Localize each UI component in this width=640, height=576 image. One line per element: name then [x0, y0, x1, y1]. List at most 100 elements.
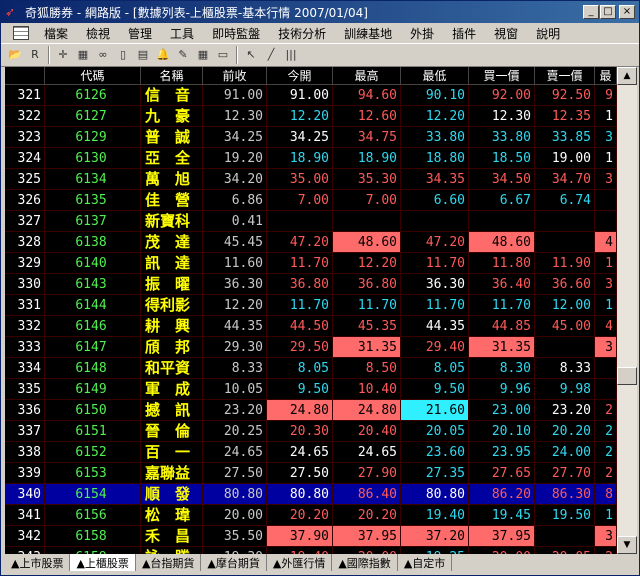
row-number: 336: [5, 400, 45, 421]
alert-bell-icon[interactable]: 🔔: [155, 47, 171, 63]
table-row[interactable]: 340 6154 順 發 80.80 80.80 86.40 80.80 86.20 86.30…: [5, 484, 617, 505]
price-ask: 36.60: [535, 274, 595, 295]
price-last: 3: [595, 337, 617, 358]
price-low: 8.05: [401, 358, 469, 379]
table-row[interactable]: 339 6153 嘉聯益 27.50 27.50 27.90 27.35 27.65 27.70…: [5, 463, 617, 484]
price-bid: 44.85: [469, 316, 535, 337]
menu-item-9[interactable]: 視窗: [485, 25, 527, 42]
table-row[interactable]: 321 6126 信 音 91.00 91.00 94.60 90.10 92.00 92.50…: [5, 85, 617, 106]
tab-1[interactable]: ▲上櫃股票: [70, 554, 136, 571]
glasses-icon[interactable]: ∞: [95, 47, 111, 63]
column-header[interactable]: 買一價: [469, 67, 535, 85]
stock-code: 6148: [45, 358, 141, 379]
draw-icon[interactable]: ╱: [263, 47, 279, 63]
table-row[interactable]: 323 6129 普 誠 34.25 34.25 34.75 33.80 33.80 33.85…: [5, 127, 617, 148]
column-header[interactable]: 最: [595, 67, 617, 85]
rsi-icon[interactable]: R: [27, 47, 43, 63]
pen-icon[interactable]: ✎: [175, 47, 191, 63]
tab-2[interactable]: ▲台指期貨: [136, 554, 202, 571]
price-bid: 36.40: [469, 274, 535, 295]
folder-icon[interactable]: 📂: [7, 47, 23, 63]
price-open: 24.65: [267, 442, 333, 463]
table-icon[interactable]: ▦: [195, 47, 211, 63]
table-row[interactable]: 322 6127 九 豪 12.30 12.20 12.60 12.20 12.30 12.35…: [5, 106, 617, 127]
stock-code: 6147: [45, 337, 141, 358]
quote-table[interactable]: 代碼 名稱 前收 今開 最高 最低 買一價 賣一價最 321 6126 信 音 91.00 91.00 9…: [5, 67, 617, 554]
table-row[interactable]: 335 6149 軍 成 10.05 9.50 10.40 9.50 9.96 9.98: [5, 379, 617, 400]
column-header[interactable]: [5, 67, 45, 85]
row-number: 333: [5, 337, 45, 358]
chart-icon[interactable]: ▤: [135, 47, 151, 63]
menu-item-3[interactable]: 工具: [161, 25, 203, 42]
title-bar[interactable]: ➶ 奇狐勝券 - 網路版 - [數據列表-上櫃股票-基本行情 2007/01/0…: [1, 1, 639, 23]
price-open: 18.90: [267, 148, 333, 169]
tab-6[interactable]: ▲自定市: [398, 554, 453, 571]
table-row[interactable]: 326 6135 佳 營 6.86 7.00 7.00 6.60 6.67 6.74: [5, 190, 617, 211]
menu-item-6[interactable]: 訓練基地: [335, 25, 401, 42]
stock-name: 萬 旭: [141, 169, 203, 190]
table-row[interactable]: 331 6144 得利影 12.20 11.70 11.70 11.70 11.70 12.00…: [5, 295, 617, 316]
prev-close: 80.80: [203, 484, 267, 505]
window-icon[interactable]: ▭: [215, 47, 231, 63]
menu-item-7[interactable]: 外掛: [401, 25, 443, 42]
stock-name: 和平資: [141, 358, 203, 379]
table-row[interactable]: 328 6138 茂 達 45.45 47.20 48.60 47.20 48.60 4: [5, 232, 617, 253]
prev-close: 20.25: [203, 421, 267, 442]
menu-item-8[interactable]: 插件: [443, 25, 485, 42]
stock-code: 6126: [45, 85, 141, 106]
scroll-thumb[interactable]: [617, 367, 637, 385]
table-row[interactable]: 324 6130 亞 全 19.20 18.90 18.90 18.80 18.50 19.00…: [5, 148, 617, 169]
column-header[interactable]: 最高: [333, 67, 401, 85]
table-row[interactable]: 336 6150 撼 訊 23.20 24.80 24.80 21.60 23.00 23.20…: [5, 400, 617, 421]
menu-item-1[interactable]: 檢視: [77, 25, 119, 42]
crosshair-icon[interactable]: ✛: [55, 47, 71, 63]
minimize-button[interactable]: _: [583, 5, 599, 19]
table-row[interactable]: 341 6156 松 瑋 20.00 20.20 20.20 19.40 19.45 19.50…: [5, 505, 617, 526]
scroll-down-button[interactable]: ▼: [617, 536, 637, 554]
prev-close: 35.50: [203, 526, 267, 547]
column-header[interactable]: 前收: [203, 67, 267, 85]
tab-3[interactable]: ▲摩台期貨: [201, 554, 267, 571]
cursor-icon[interactable]: ↖: [243, 47, 259, 63]
tab-5[interactable]: ▲國際指數: [332, 554, 398, 571]
menu-bar: 檔案 檢視 管理 工具 即時監盤 技術分析 訓練基地 外掛 插件 視窗 說明: [1, 23, 639, 43]
table-row[interactable]: 329 6140 訊 達 11.60 11.70 12.20 11.70 11.80 11.90…: [5, 253, 617, 274]
table-row[interactable]: 327 6137 新寶科 0.41: [5, 211, 617, 232]
price-bid: 19.45: [469, 505, 535, 526]
column-header[interactable]: 代碼: [45, 67, 141, 85]
table-row[interactable]: 325 6134 萬 旭 34.20 35.00 35.30 34.35 34.50 34.70…: [5, 169, 617, 190]
price-last: 2: [595, 463, 617, 484]
column-header[interactable]: 名稱: [141, 67, 203, 85]
table-row[interactable]: 3436159詠 腾19.3019.4020.0019.2520.0020.05…: [5, 547, 617, 554]
table-row[interactable]: 342 6158 禾 昌 35.50 37.90 37.95 37.20 37.95 3: [5, 526, 617, 547]
menu-item-0[interactable]: 檔案: [35, 25, 77, 42]
price-last: 1: [595, 253, 617, 274]
table-row[interactable]: 332 6146 耕 興 44.35 44.50 45.35 44.35 44.85 45.00…: [5, 316, 617, 337]
column-header[interactable]: 今開: [267, 67, 333, 85]
grid-menu-icon[interactable]: [13, 26, 29, 40]
table-row[interactable]: 338 6152 百 一 24.65 24.65 24.65 23.60 23.95 24.00…: [5, 442, 617, 463]
menu-item-2[interactable]: 管理: [119, 25, 161, 42]
close-button[interactable]: ×: [619, 5, 635, 19]
prev-close: 34.25: [203, 127, 267, 148]
scroll-up-button[interactable]: ▲: [617, 67, 637, 85]
tab-4[interactable]: ▲外匯行情: [267, 554, 333, 571]
vertical-scrollbar[interactable]: ▲ ▼: [617, 67, 637, 554]
table-row[interactable]: 330 6143 振 曜 36.30 36.80 36.80 36.30 36.40 36.60…: [5, 274, 617, 295]
grid-icon[interactable]: ▦: [75, 47, 91, 63]
tab-0[interactable]: ▲上市股票: [5, 554, 71, 571]
maximize-button[interactable]: □: [600, 5, 616, 19]
column-header[interactable]: 賣一價: [535, 67, 595, 85]
menu-item-10[interactable]: 說明: [527, 25, 569, 42]
column-header[interactable]: 最低: [401, 67, 469, 85]
table-row[interactable]: 334 6148 和平資 8.33 8.05 8.50 8.05 8.30 8.33: [5, 358, 617, 379]
row-number: 328: [5, 232, 45, 253]
menu-item-4[interactable]: 即時監盤: [203, 25, 269, 42]
book-icon[interactable]: ▯: [115, 47, 131, 63]
stock-name: 振 曜: [141, 274, 203, 295]
table-row[interactable]: 333 6147 頎 邦 29.30 29.50 31.35 29.40 31.35 3: [5, 337, 617, 358]
bars-icon[interactable]: |||: [283, 47, 299, 63]
table-row[interactable]: 337 6151 晉 倫 20.25 20.30 20.40 20.05 20.10 20.20…: [5, 421, 617, 442]
menu-item-5[interactable]: 技術分析: [269, 25, 335, 42]
price-last: 4: [595, 316, 617, 337]
